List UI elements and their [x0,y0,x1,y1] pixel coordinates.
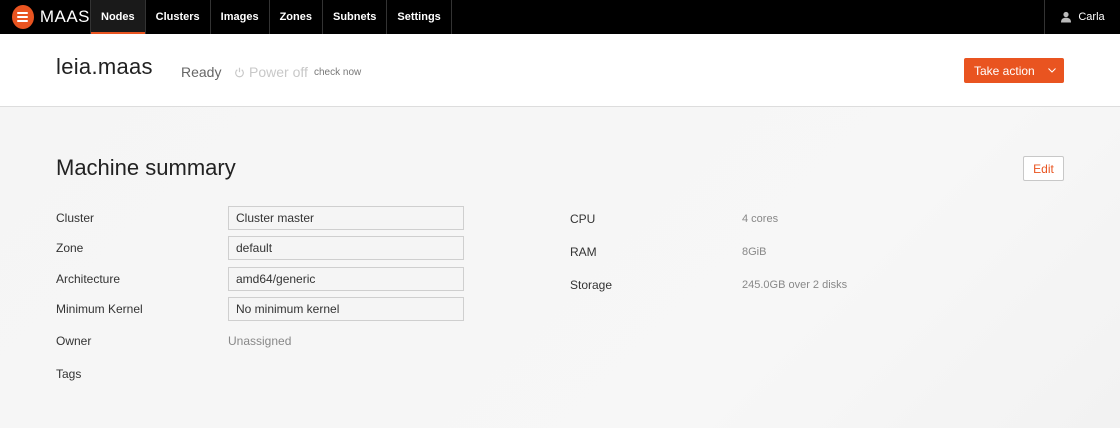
user-name: Carla [1078,11,1105,23]
user-menu[interactable]: Carla [1044,0,1120,34]
owner-label: Owner [56,334,92,348]
ram-value: 8GiB [742,246,767,258]
take-action-label: Take action [974,63,1035,78]
cluster-field[interactable]: Cluster master [228,206,464,230]
nav-item-images[interactable]: Images [209,0,269,34]
take-action-button[interactable]: Take action [964,58,1064,83]
nav-item-nodes[interactable]: Nodes [90,0,145,34]
node-header: leia.maas Ready Power off check now Take… [0,34,1120,107]
section-title: Machine summary [56,155,236,180]
node-status: Ready [181,64,222,80]
storage-label: Storage [570,278,613,292]
storage-value: 245.0GB over 2 disks [742,279,848,291]
architecture-label: Architecture [56,272,121,286]
min-kernel-field[interactable]: No minimum kernel [228,297,464,321]
power-icon [235,67,244,77]
owner-value: Unassigned [228,334,292,348]
user-icon [1061,11,1072,23]
cpu-value: 4 cores [742,213,779,225]
power-state: Power off [234,64,308,80]
brand-link[interactable]: MAAS [0,0,90,34]
top-navigation: MAAS Nodes Clusters Images Zones Subnets… [0,0,1120,34]
zone-label: Zone [56,241,84,255]
cluster-label: Cluster [56,211,95,225]
nav-item-clusters[interactable]: Clusters [144,0,210,34]
node-title: leia.maas [56,54,153,79]
cpu-label: CPU [570,212,596,226]
check-now-link[interactable]: check now [314,67,361,78]
tags-label: Tags [56,367,82,381]
nav-item-zones[interactable]: Zones [268,0,322,34]
min-kernel-label: Minimum Kernel [56,302,143,316]
zone-field[interactable]: default [228,236,464,260]
nav-item-settings[interactable]: Settings [386,0,452,34]
ram-label: RAM [570,245,597,259]
nav-item-subnets[interactable]: Subnets [321,0,386,34]
chevron-down-icon[interactable] [1040,58,1064,83]
edit-button[interactable]: Edit [1023,156,1064,181]
maas-logo-icon [12,5,34,29]
power-state-label: Power off [249,64,308,80]
main-nav: Nodes Clusters Images Zones Subnets Sett… [90,0,452,34]
brand-name: MAAS [39,7,90,26]
architecture-field[interactable]: amd64/generic [228,267,464,291]
